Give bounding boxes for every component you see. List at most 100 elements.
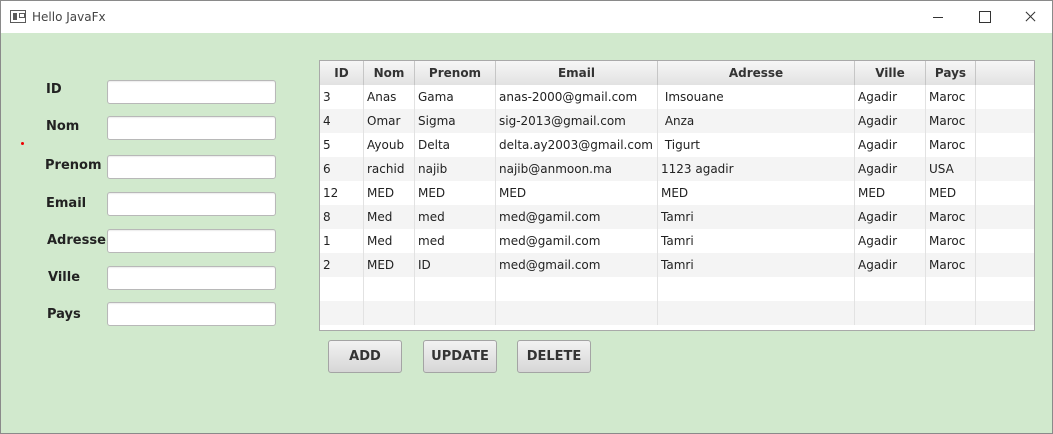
cell-nom: Anas xyxy=(364,85,415,109)
column-header-email[interactable]: Email xyxy=(496,61,658,85)
cell-ville: Agadir xyxy=(855,157,926,181)
pays-input[interactable] xyxy=(107,302,276,326)
nom-label: Nom xyxy=(46,119,80,134)
cell-pays: Maroc xyxy=(926,85,976,109)
table-row[interactable]: 2 MED ID med@gmail.com Tamri Agadir Maro… xyxy=(320,253,1034,277)
empty-cell xyxy=(364,277,415,301)
empty-cell xyxy=(320,301,364,325)
table-row[interactable]: 4 Omar Sigma sig-2013@gmail.com Anza Aga… xyxy=(320,109,1034,133)
cell-pays: USA xyxy=(926,157,976,181)
cell-id: 12 xyxy=(320,181,364,205)
cell-id: 5 xyxy=(320,133,364,157)
cell-prenom: Gama xyxy=(415,85,496,109)
cell-id: 3 xyxy=(320,85,364,109)
cell-pays: Maroc xyxy=(926,253,976,277)
column-header-prenom[interactable]: Prenom xyxy=(415,61,496,85)
cell-pays: MED xyxy=(926,181,976,205)
empty-cell xyxy=(658,301,855,325)
cell-prenom: Delta xyxy=(415,133,496,157)
cell-pays: Maroc xyxy=(926,109,976,133)
cell-pays: Maroc xyxy=(926,133,976,157)
prenom-input[interactable] xyxy=(107,155,276,179)
email-input[interactable] xyxy=(107,192,276,216)
cell-prenom: Sigma xyxy=(415,109,496,133)
cell-nom: MED xyxy=(364,181,415,205)
cell-prenom: MED xyxy=(415,181,496,205)
close-button[interactable] xyxy=(1007,1,1053,33)
table-header: ID Nom Prenom Email Adresse Ville Pays xyxy=(320,61,1034,86)
cell-ville: Agadir xyxy=(855,85,926,109)
email-label: Email xyxy=(46,196,87,211)
table-empty-row xyxy=(320,301,1034,325)
column-header-filler xyxy=(976,61,1034,85)
nom-input[interactable] xyxy=(107,116,276,140)
app-window-icon xyxy=(10,10,26,23)
empty-cell xyxy=(926,301,976,325)
cell-adresse: Tamri xyxy=(658,229,855,253)
column-header-ville[interactable]: Ville xyxy=(855,61,926,85)
cell-nom: Ayoub xyxy=(364,133,415,157)
cell-email: MED xyxy=(496,181,658,205)
cell-email: delta.ay2003@gmail.com xyxy=(496,133,658,157)
cell-id: 2 xyxy=(320,253,364,277)
cell-adresse: Tamri xyxy=(658,253,855,277)
cell-email: med@gmail.com xyxy=(496,253,658,277)
cell-nom: MED xyxy=(364,253,415,277)
id-label: ID xyxy=(46,82,62,97)
column-header-id[interactable]: ID xyxy=(320,61,364,85)
red-dot-marker xyxy=(21,142,24,145)
adresse-input[interactable] xyxy=(107,229,276,253)
cell-ville: Agadir xyxy=(855,253,926,277)
column-header-nom[interactable]: Nom xyxy=(364,61,415,85)
data-table[interactable]: ID Nom Prenom Email Adresse Ville Pays 3… xyxy=(319,60,1035,331)
cell-prenom: ID xyxy=(415,253,496,277)
cell-prenom: najib xyxy=(415,157,496,181)
table-row[interactable]: 5 Ayoub Delta delta.ay2003@gmail.com Tig… xyxy=(320,133,1034,157)
cell-email: med@gamil.com xyxy=(496,229,658,253)
id-input[interactable] xyxy=(107,80,276,104)
empty-cell xyxy=(855,301,926,325)
cell-email: anas-2000@gmail.com xyxy=(496,85,658,109)
table-row[interactable]: 3 Anas Gama anas-2000@gmail.com Imsouane… xyxy=(320,85,1034,109)
cell-pays: Maroc xyxy=(926,205,976,229)
cell-adresse: Imsouane xyxy=(658,85,855,109)
empty-cell xyxy=(658,277,855,301)
title-bar: Hello JavaFx xyxy=(1,1,1052,33)
cell-email: sig-2013@gmail.com xyxy=(496,109,658,133)
cell-id: 8 xyxy=(320,205,364,229)
cell-ville: Agadir xyxy=(855,133,926,157)
app-window: Hello JavaFx ID Nom Prenom Email Adresse… xyxy=(0,0,1053,434)
cell-ville: Agadir xyxy=(855,205,926,229)
cell-nom: Med xyxy=(364,205,415,229)
cell-id: 4 xyxy=(320,109,364,133)
column-header-pays[interactable]: Pays xyxy=(926,61,976,85)
empty-cell xyxy=(364,301,415,325)
table-row[interactable]: 12 MED MED MED MED MED MED xyxy=(320,181,1034,205)
empty-cell xyxy=(320,277,364,301)
ville-input[interactable] xyxy=(107,266,276,290)
empty-cell xyxy=(415,301,496,325)
update-button[interactable]: UPDATE xyxy=(423,340,497,373)
cell-nom: rachid xyxy=(364,157,415,181)
column-header-adresse[interactable]: Adresse xyxy=(658,61,855,85)
empty-cell xyxy=(496,301,658,325)
delete-button[interactable]: DELETE xyxy=(517,340,591,373)
ville-label: Ville xyxy=(48,270,81,285)
minimize-button[interactable] xyxy=(915,1,961,33)
cell-ville: MED xyxy=(855,181,926,205)
maximize-button[interactable] xyxy=(961,1,1007,33)
cell-id: 1 xyxy=(320,229,364,253)
cell-pays: Maroc xyxy=(926,229,976,253)
add-button[interactable]: ADD xyxy=(328,340,402,373)
cell-prenom: med xyxy=(415,229,496,253)
empty-cell xyxy=(855,277,926,301)
window-title: Hello JavaFx xyxy=(32,10,106,24)
table-row[interactable]: 8 Med med med@gamil.com Tamri Agadir Mar… xyxy=(320,205,1034,229)
cell-nom: Omar xyxy=(364,109,415,133)
cell-adresse: Tigurt xyxy=(658,133,855,157)
table-row[interactable]: 1 Med med med@gamil.com Tamri Agadir Mar… xyxy=(320,229,1034,253)
empty-cell xyxy=(926,277,976,301)
cell-nom: Med xyxy=(364,229,415,253)
table-row[interactable]: 6 rachid najib najib@anmoon.ma 1123 agad… xyxy=(320,157,1034,181)
table-empty-row xyxy=(320,277,1034,301)
